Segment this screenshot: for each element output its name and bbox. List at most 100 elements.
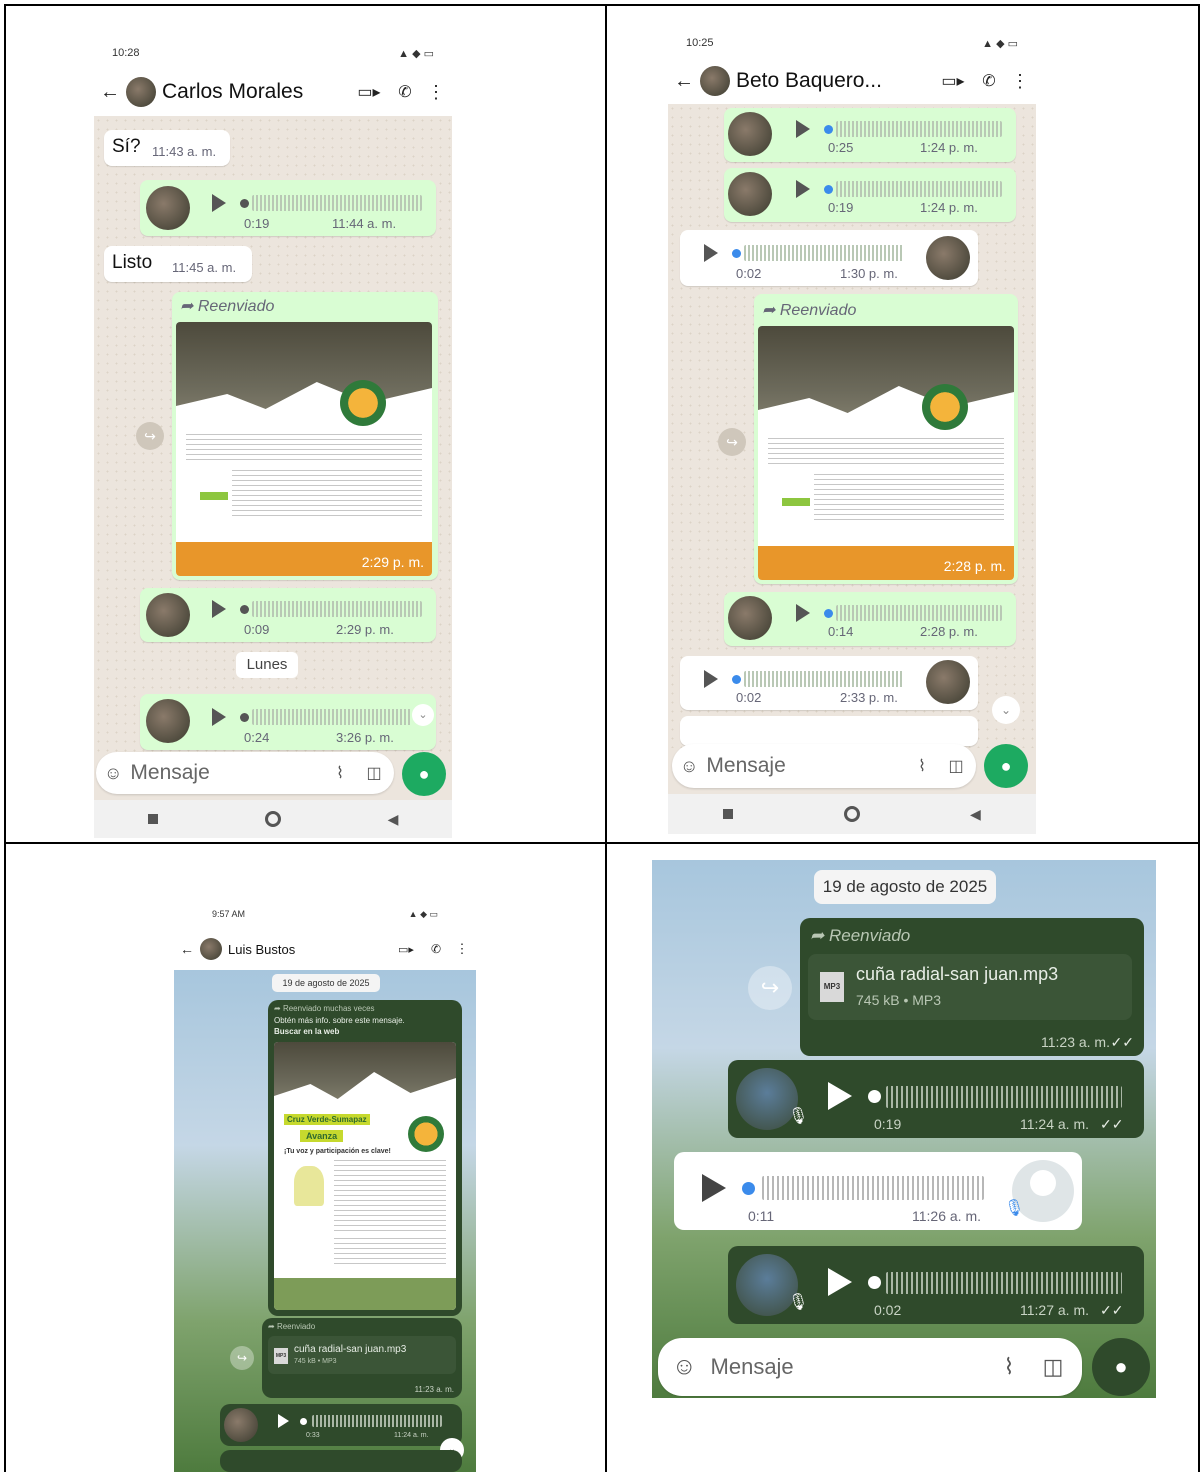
emoji-icon[interactable]: ☺ [104, 763, 122, 784]
back-arrow-icon[interactable]: ← [180, 941, 194, 957]
back-icon[interactable]: ◀ [388, 811, 399, 828]
voice-message[interactable]: 0:19 11:44 a. m. [140, 180, 436, 236]
image-message[interactable]: ➦ Reenviado 2:29 p. m. [172, 292, 438, 580]
seek-handle[interactable] [868, 1090, 881, 1103]
seek-handle[interactable] [732, 249, 741, 258]
message-input[interactable]: Mensaje [706, 754, 900, 778]
scroll-down-icon[interactable]: ⌄ [412, 704, 434, 726]
poster-image[interactable]: Cruz Verde-Sumapaz Avanza ¡Tu voz y part… [274, 1042, 456, 1310]
poster-image[interactable]: 2:29 p. m. [176, 322, 432, 576]
play-icon[interactable] [828, 1268, 852, 1296]
camera-icon[interactable]: ◫ [944, 756, 968, 776]
attach-icon[interactable]: ⌇ [908, 756, 936, 776]
mic-button[interactable]: ● [1092, 1338, 1150, 1396]
play-icon[interactable] [278, 1414, 289, 1428]
voice-message[interactable]: 0:14 2:28 p. m. [724, 592, 1016, 646]
seek-handle[interactable] [240, 713, 249, 722]
menu-icon[interactable]: ⋮ [426, 82, 446, 103]
file-card[interactable]: MP3 cuña radial-san juan.mp3 745 kB • MP… [268, 1336, 456, 1374]
seek-handle[interactable] [824, 125, 833, 134]
image-message[interactable]: ➦ Reenviado muchas veces Obtén más info.… [268, 1000, 462, 1316]
contact-name[interactable]: Beto Baquero... [736, 69, 932, 93]
file-card[interactable]: MP3 cuña radial-san juan.mp3 745 kB • MP… [808, 954, 1132, 1020]
seek-handle[interactable] [240, 605, 249, 614]
voice-message-partial[interactable] [680, 716, 978, 746]
seek-handle[interactable] [300, 1418, 307, 1425]
play-icon[interactable] [796, 120, 810, 138]
voice-message[interactable]: 0:25 1:24 p. m. [724, 108, 1016, 162]
home-icon[interactable] [264, 811, 281, 827]
back-arrow-icon[interactable]: ← [674, 70, 694, 93]
home-icon[interactable] [843, 806, 860, 822]
recents-icon[interactable] [723, 809, 734, 819]
mic-button[interactable]: ● [402, 752, 446, 796]
file-message[interactable]: ➦ Reenviado MP3 cuña radial-san juan.mp3… [262, 1318, 462, 1398]
phone-call-icon[interactable]: ✆ [974, 71, 1004, 91]
seek-handle[interactable] [240, 199, 249, 208]
voice-message[interactable]: 🎙 0:02 11:27 a. m. ✓✓ [728, 1246, 1144, 1324]
play-icon[interactable] [704, 244, 718, 262]
scroll-down-icon[interactable]: ⌄ [992, 696, 1020, 724]
camera-icon[interactable]: ◫ [1038, 1354, 1068, 1380]
voice-message[interactable]: 🎙 0:19 11:24 a. m. ✓✓ [728, 1060, 1144, 1138]
search-web-link[interactable]: Buscar en la web [274, 1027, 339, 1036]
message-composer[interactable]: ☺ Mensaje ⌇ ◫ [658, 1338, 1082, 1396]
phone-call-icon[interactable]: ✆ [424, 942, 448, 956]
mic-button[interactable]: ● [984, 744, 1028, 788]
attach-icon[interactable]: ⌇ [326, 763, 354, 783]
voice-message-partial[interactable] [220, 1450, 462, 1472]
seek-handle[interactable] [742, 1182, 755, 1195]
recents-icon[interactable] [147, 814, 158, 824]
forward-button[interactable]: ↪ [748, 966, 792, 1010]
play-icon[interactable] [796, 604, 810, 622]
image-message[interactable]: ➦ Reenviado 2:28 p. m. [754, 294, 1018, 584]
back-arrow-icon[interactable]: ← [100, 81, 120, 104]
avatar[interactable] [200, 938, 222, 960]
poster-image[interactable]: 2:28 p. m. [758, 326, 1014, 580]
attach-icon[interactable]: ⌇ [994, 1354, 1024, 1380]
play-icon[interactable] [212, 194, 226, 212]
message-bubble[interactable]: Sí? 11:43 a. m. [104, 130, 230, 166]
message-composer[interactable]: ☺ Mensaje ⌇ ◫ [672, 744, 976, 788]
forward-button[interactable]: ↪ [718, 428, 746, 456]
seek-handle[interactable] [868, 1276, 881, 1289]
waveform [744, 245, 904, 261]
play-icon[interactable] [796, 180, 810, 198]
seek-handle[interactable] [824, 609, 833, 618]
emoji-icon[interactable]: ☺ [680, 756, 698, 777]
play-icon[interactable] [212, 600, 226, 618]
video-call-icon[interactable]: ▭▸ [394, 943, 418, 956]
message-input[interactable]: Mensaje [711, 1354, 980, 1380]
play-icon[interactable] [702, 1174, 726, 1202]
forward-button[interactable]: ↪ [230, 1346, 254, 1370]
back-icon[interactable]: ◀ [970, 806, 981, 823]
contact-name[interactable]: Luis Bustos [228, 942, 388, 957]
voice-message[interactable]: 0:33 11:24 a. m. [220, 1404, 462, 1446]
message-composer[interactable]: ☺ Mensaje ⌇ ◫ [96, 752, 394, 794]
emoji-icon[interactable]: ☺ [672, 1353, 697, 1381]
voice-message[interactable]: 0:02 1:30 p. m. [680, 230, 978, 286]
voice-message[interactable]: 0:24 3:26 p. m. ⌄ [140, 694, 436, 750]
message-input[interactable]: Mensaje [130, 761, 318, 785]
avatar[interactable] [126, 77, 156, 107]
voice-message[interactable]: 0:02 2:33 p. m. [680, 656, 978, 710]
voice-message[interactable]: 0:09 2:29 p. m. [140, 588, 436, 642]
play-icon[interactable] [212, 708, 226, 726]
play-icon[interactable] [828, 1082, 852, 1110]
seek-handle[interactable] [824, 185, 833, 194]
phone-call-icon[interactable]: ✆ [390, 82, 420, 102]
menu-icon[interactable]: ⋮ [454, 941, 470, 957]
forward-button[interactable]: ↪ [136, 422, 164, 450]
video-call-icon[interactable]: ▭▸ [354, 82, 384, 102]
seek-handle[interactable] [732, 675, 741, 684]
play-icon[interactable] [704, 670, 718, 688]
file-message[interactable]: ➦ Reenviado MP3 cuña radial-san juan.mp3… [800, 918, 1144, 1056]
video-call-icon[interactable]: ▭▸ [938, 71, 968, 91]
avatar[interactable] [700, 66, 730, 96]
contact-name[interactable]: Carlos Morales [162, 80, 348, 104]
camera-icon[interactable]: ◫ [362, 763, 386, 783]
message-bubble[interactable]: Listo 11:45 a. m. [104, 246, 252, 282]
voice-message[interactable]: 0:11 11:26 a. m. 🎙 [674, 1152, 1082, 1230]
menu-icon[interactable]: ⋮ [1010, 71, 1030, 92]
voice-message[interactable]: 0:19 1:24 p. m. [724, 168, 1016, 222]
